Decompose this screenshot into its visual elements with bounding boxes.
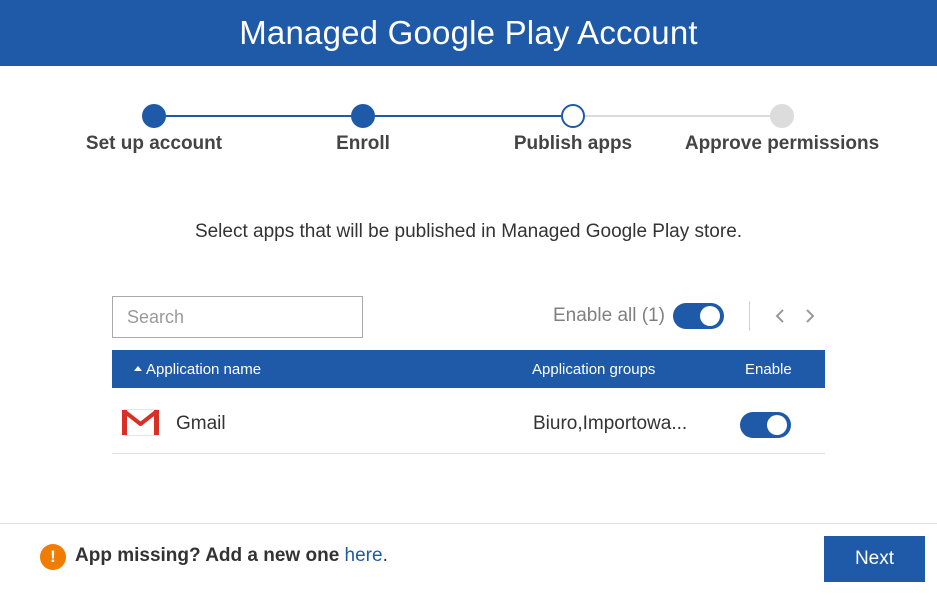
step-connector-1: [166, 115, 352, 117]
progress-stepper: Set up account Enroll Publish apps Appro…: [0, 96, 937, 166]
gmail-icon: [122, 409, 159, 436]
page-title: Managed Google Play Account: [239, 14, 698, 51]
column-header-application-name[interactable]: Application name: [134, 361, 261, 378]
app-enable-toggle[interactable]: [740, 412, 791, 438]
footer-divider: [0, 523, 937, 524]
chevron-right-icon: [806, 309, 815, 323]
instruction-text: Select apps that will be published in Ma…: [194, 221, 743, 242]
next-page-button[interactable]: [800, 305, 820, 327]
app-groups: Biuro,Importowa...: [533, 413, 688, 434]
step-connector-3: [585, 115, 771, 117]
app-missing-message: App missing? Add a new one here.: [75, 545, 388, 567]
app-name: Gmail: [176, 413, 226, 434]
header-bar: Managed Google Play Account: [0, 0, 937, 66]
chevron-left-icon: [775, 309, 784, 323]
toggle-knob: [767, 415, 787, 435]
column-header-enable: Enable: [745, 361, 792, 378]
exclamation-icon: !: [40, 544, 66, 570]
step-label-set-up-account: Set up account: [85, 133, 223, 154]
step-label-enroll: Enroll: [336, 133, 390, 154]
enable-all-toggle[interactable]: [673, 303, 724, 329]
table-row: Gmail Biuro,Importowa...: [112, 388, 825, 454]
column-header-application-groups: Application groups: [532, 361, 656, 378]
search-input[interactable]: [112, 296, 363, 338]
footer-period: .: [382, 545, 388, 566]
step-dot-approve-permissions: [770, 104, 794, 128]
step-dot-enroll: [351, 104, 375, 128]
app-missing-text: App missing? Add a new one: [75, 545, 340, 566]
step-label-publish-apps: Publish apps: [513, 133, 633, 154]
add-app-link[interactable]: here: [345, 545, 383, 566]
next-button[interactable]: Next: [824, 536, 925, 582]
previous-page-button[interactable]: [770, 305, 790, 327]
column-header-label: Application name: [146, 361, 262, 378]
step-label-approve-permissions: Approve permissions: [684, 133, 880, 154]
step-connector-2: [375, 115, 561, 117]
enable-all-label: Enable all (1): [553, 305, 665, 326]
step-dot-publish-apps: [561, 104, 585, 128]
toolbar-divider: [749, 301, 750, 331]
apps-table-header: Application name Application groups Enab…: [112, 350, 825, 388]
toggle-knob: [700, 306, 720, 326]
sort-ascending-icon: [134, 366, 142, 371]
step-dot-set-up-account: [142, 104, 166, 128]
